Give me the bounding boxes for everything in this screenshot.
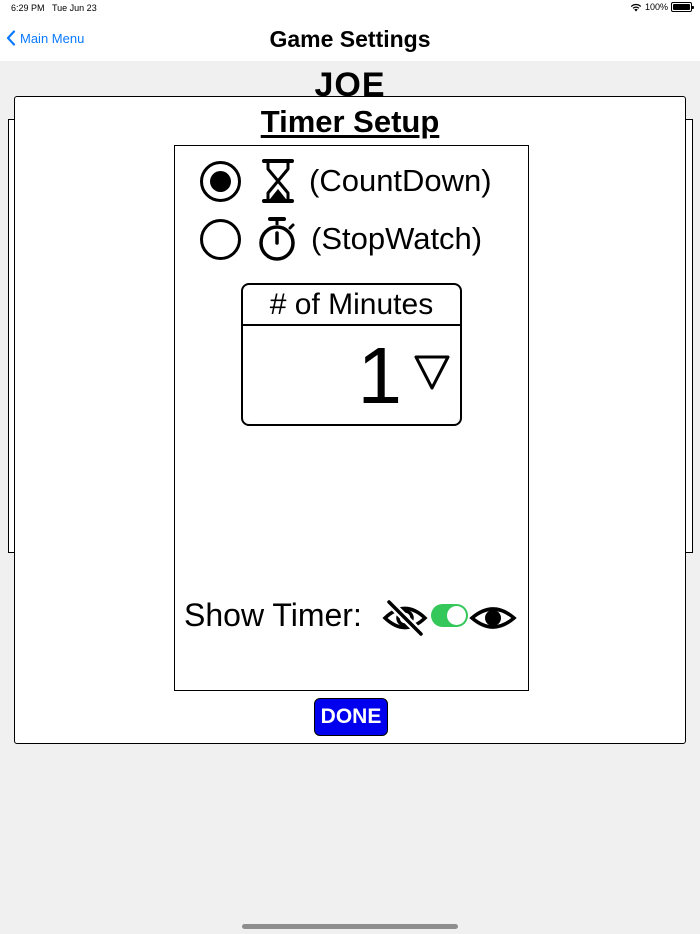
stopwatch-icon: [259, 217, 295, 261]
status-right: 100%: [630, 2, 694, 12]
timer-settings-panel: (CountDown) (StopWatch) # of Minutes 1 S…: [174, 145, 529, 691]
hourglass-icon: [262, 159, 294, 203]
battery-percent: 100%: [644, 2, 668, 12]
status-bar: 6:29 PM Tue Jun 23 100%: [0, 0, 700, 18]
page-title: Game Settings: [269, 26, 431, 52]
minutes-picker[interactable]: 1: [241, 324, 462, 426]
eye-slash-icon: [382, 599, 428, 637]
dropdown-triangle-icon: [414, 355, 450, 390]
eye-icon: [469, 607, 517, 629]
battery-icon: [671, 2, 694, 12]
status-date: Tue Jun 23: [52, 3, 97, 13]
home-indicator[interactable]: [242, 924, 458, 929]
stopwatch-option[interactable]: (StopWatch): [200, 216, 482, 262]
timer-setup-dialog: Timer Setup (CountDown) (StopWatch) # of…: [14, 96, 686, 744]
stopwatch-label: (StopWatch): [311, 221, 483, 256]
dialog-title: Timer Setup: [260, 104, 440, 139]
show-timer-label: Show Timer:: [184, 597, 362, 633]
countdown-label: (CountDown): [309, 163, 492, 198]
toggle-knob: [447, 606, 466, 625]
countdown-option[interactable]: (CountDown): [200, 158, 492, 204]
countdown-radio[interactable]: [200, 160, 241, 202]
done-button[interactable]: DONE: [314, 698, 388, 736]
status-time: 6:29 PM: [11, 3, 45, 13]
minutes-header: # of Minutes: [241, 283, 462, 326]
show-timer-toggle[interactable]: [431, 604, 468, 627]
navigation-bar: Main Menu Game Settings: [0, 18, 700, 61]
stopwatch-radio[interactable]: [200, 218, 241, 260]
minutes-value: 1: [357, 331, 403, 420]
wifi-icon: [630, 3, 642, 12]
